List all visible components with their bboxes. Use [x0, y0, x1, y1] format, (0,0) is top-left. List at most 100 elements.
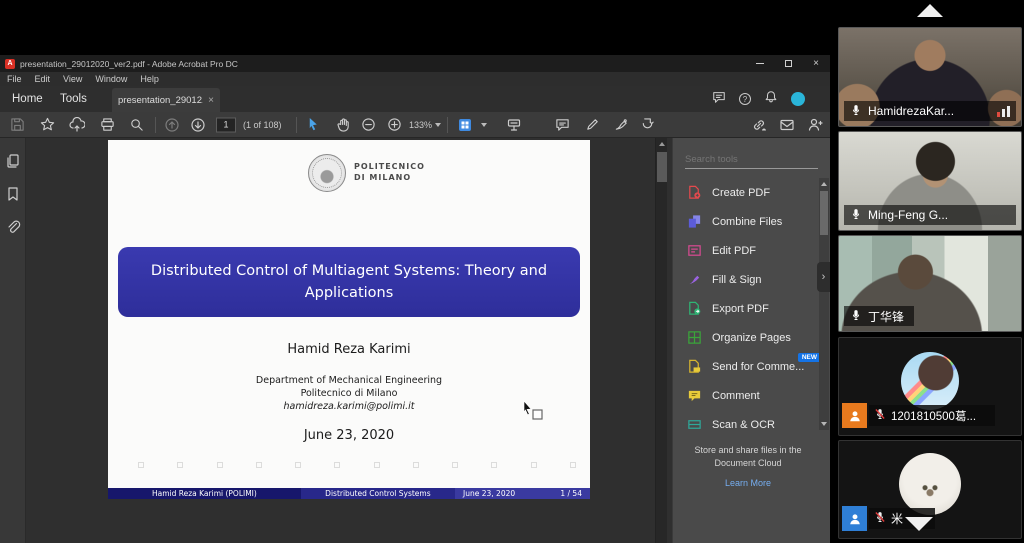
tool-create-pdf[interactable]: Create PDF [673, 178, 823, 207]
learn-more-link[interactable]: Learn More [673, 478, 823, 488]
panel-collapse-chevron[interactable]: › [817, 262, 830, 292]
scroll-up-icon[interactable] [659, 142, 665, 146]
slide-title-line2: Applications [305, 282, 394, 304]
scroll-participants-down-icon[interactable] [905, 517, 933, 531]
footer-author: Hamid Reza Karimi (POLIMI) [108, 488, 301, 499]
close-button[interactable]: × [802, 55, 830, 72]
menu-window[interactable]: Window [95, 74, 127, 84]
tab-document[interactable]: presentation_29012... × [112, 88, 220, 112]
participant-tile[interactable]: Ming-Feng G... [838, 131, 1022, 231]
menu-help[interactable]: Help [140, 74, 159, 84]
tool-combine-files[interactable]: Combine Files [673, 207, 823, 236]
mic-muted-icon [874, 511, 886, 526]
tab-tools[interactable]: Tools [60, 86, 87, 112]
select-tool-cursor-icon[interactable] [304, 116, 322, 134]
slide-footer-bar: Hamid Reza Karimi (POLIMI) Distributed C… [108, 488, 590, 499]
search-icon[interactable] [127, 116, 145, 134]
bookmarks-icon[interactable] [5, 186, 21, 202]
slide-title-line1: Distributed Control of Multiagent System… [151, 260, 547, 282]
account-avatar[interactable] [791, 92, 805, 106]
participant-tile[interactable]: 1201810500葛... [838, 337, 1022, 436]
feedback-bubble-icon[interactable] [712, 90, 726, 109]
mic-icon [850, 208, 862, 223]
tab-document-label: presentation_29012... [118, 95, 203, 106]
participant-avatar [901, 352, 959, 410]
mic-muted-icon [874, 408, 886, 423]
hand-tool-icon[interactable] [334, 116, 352, 134]
restore-button[interactable] [774, 55, 802, 72]
page-number-input[interactable] [216, 117, 236, 132]
tools-panel: Create PDF Combine Files Edit PDF Fill &… [672, 138, 830, 543]
page-thumbnails-icon[interactable] [5, 153, 21, 169]
minimize-button[interactable] [746, 55, 774, 72]
scroll-participants-up-icon[interactable] [917, 4, 943, 17]
window-titlebar: A presentation_29012020_ver2.pdf - Adobe… [0, 55, 830, 72]
scroll-up-icon[interactable] [821, 182, 827, 186]
pdf-slide-page: POLITECNICO DI MILANO Distributed Contro… [108, 140, 590, 499]
signature-pen-icon[interactable] [612, 116, 630, 134]
share-cloud-icon[interactable] [68, 116, 86, 134]
participant-avatar [899, 453, 961, 515]
participant-tile[interactable]: HamidrezaKar... [838, 27, 1022, 127]
tabbar: Home Tools presentation_29012... × ? [0, 86, 830, 112]
tools-search-input[interactable] [685, 151, 818, 168]
page-view-icon[interactable] [456, 116, 474, 134]
mic-icon [850, 309, 862, 324]
scrollbar-thumb[interactable] [820, 191, 828, 235]
tab-home[interactable]: Home [12, 86, 43, 112]
star-favorites-icon[interactable] [38, 116, 56, 134]
document-scrollbar[interactable] [655, 138, 667, 543]
footer-date-page: June 23, 2020 1 / 54 [455, 488, 590, 499]
tool-edit-pdf[interactable]: Edit PDF [673, 236, 823, 265]
attachments-paperclip-icon[interactable] [5, 219, 21, 235]
slide-title-banner: Distributed Control of Multiagent System… [118, 247, 580, 317]
save-icon[interactable] [8, 116, 26, 134]
page-view-caret-icon[interactable] [473, 116, 491, 134]
footer-page-number: 1 / 54 [560, 488, 582, 499]
pdf-file-icon: A [5, 59, 15, 69]
scroll-down-icon[interactable] [821, 422, 827, 426]
menubar: File Edit View Window Help [0, 72, 830, 86]
politecnico-seal-logo [308, 154, 346, 192]
menu-view[interactable]: View [63, 74, 82, 84]
acrobat-window: A presentation_29012020_ver2.pdf - Adobe… [0, 55, 830, 543]
stamp-rotate-icon[interactable] [638, 116, 656, 134]
signal-bars-icon [997, 105, 1010, 117]
email-icon[interactable] [778, 116, 796, 134]
bell-icon[interactable] [764, 90, 778, 109]
next-page-icon[interactable] [189, 116, 207, 134]
tool-comment[interactable]: Comment [673, 381, 823, 410]
zoom-out-icon[interactable] [359, 116, 377, 134]
page-count-label: (1 of 108) [243, 120, 282, 130]
scrollbar-thumb[interactable] [657, 152, 667, 182]
menu-edit[interactable]: Edit [35, 74, 51, 84]
tools-panel-scrollbar[interactable] [819, 178, 829, 430]
help-icon[interactable]: ? [739, 93, 751, 105]
tool-send-for-comments[interactable]: Send for Comme... NEW [673, 352, 823, 381]
menu-file[interactable]: File [7, 74, 22, 84]
tab-close-icon[interactable]: × [208, 95, 214, 106]
tool-export-pdf[interactable]: Export PDF [673, 294, 823, 323]
participant-tile[interactable]: 丁华锋 [838, 235, 1022, 332]
slide-date: June 23, 2020 [108, 428, 590, 443]
highlighter-pen-icon[interactable] [583, 116, 601, 134]
comment-bubble-icon[interactable] [553, 116, 571, 134]
participant-name: HamidrezaKar... [868, 104, 991, 118]
slide-author: Hamid Reza Karimi [108, 342, 590, 357]
beamer-nav-symbols [138, 462, 576, 470]
tool-scan-ocr[interactable]: Scan & OCR [673, 410, 823, 430]
slide-email: hamidreza.karimi@polimi.it [108, 401, 590, 412]
link-share-icon[interactable] [750, 116, 768, 134]
mouse-cursor [522, 400, 548, 424]
tool-fill-sign[interactable]: Fill & Sign [673, 265, 823, 294]
add-user-icon[interactable] [806, 116, 824, 134]
slide-affiliation-dept: Department of Mechanical Engineering [108, 375, 590, 386]
print-icon[interactable] [98, 116, 116, 134]
previous-page-icon[interactable] [163, 116, 181, 134]
tool-organize-pages[interactable]: Organize Pages [673, 323, 823, 352]
zoom-in-icon[interactable] [385, 116, 403, 134]
presenter-mode-icon[interactable] [505, 116, 523, 134]
participant-name: 丁华锋 [868, 308, 904, 325]
zoom-level-dropdown[interactable]: 133% [409, 120, 441, 130]
participant-name: Ming-Feng G... [868, 208, 1010, 222]
